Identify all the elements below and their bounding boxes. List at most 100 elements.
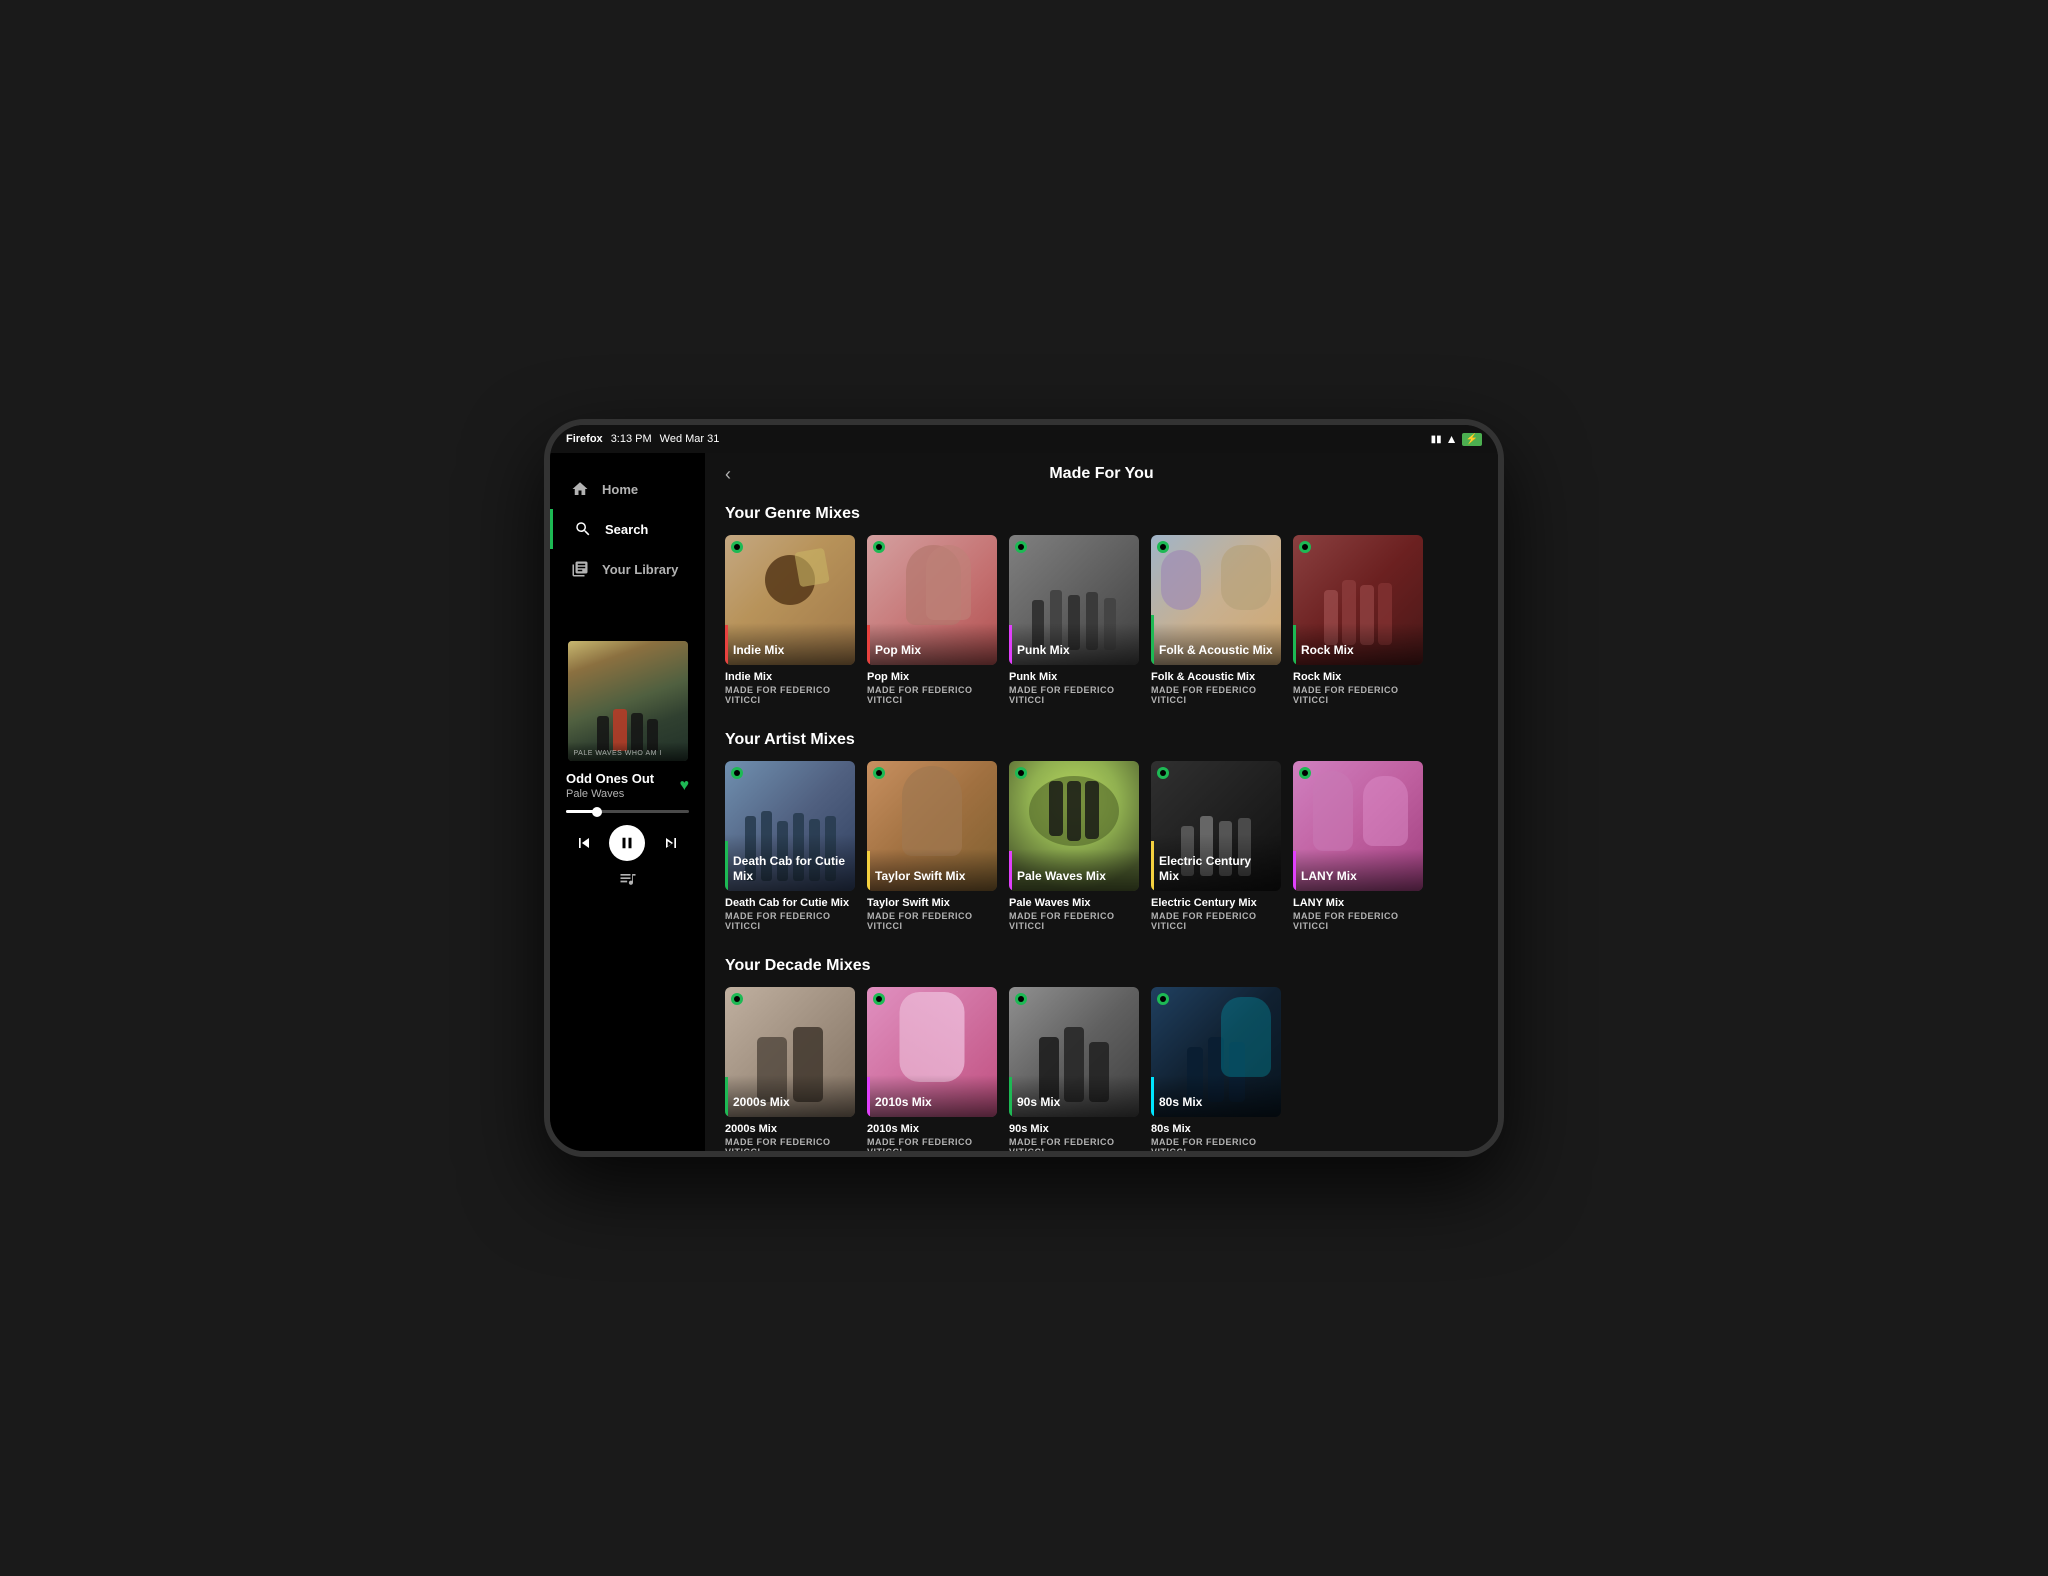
card-punk-mix[interactable]: Punk Mix Punk Mix MADE FOR FEDERICO VITI… [1009,535,1139,705]
card-title-swift: Taylor Swift Mix [867,897,997,909]
playback-controls [566,825,689,861]
main-content[interactable]: ‹ Made For You Your Genre Mixes [705,453,1498,1151]
home-icon [570,479,590,499]
card-image-palewaves: Pale Waves Mix [1009,761,1139,891]
card-title-lany: LANY Mix [1293,897,1423,909]
browser-label: Firefox [566,433,603,445]
search-icon [573,519,593,539]
card-pop-mix[interactable]: Pop Mix Pop Mix MADE FOR FEDERICO VITICC… [867,535,997,705]
card-lany-mix[interactable]: LANY Mix LANY Mix MADE FOR FEDERICO VITI… [1293,761,1423,931]
card-subtitle-folk: MADE FOR FEDERICO VITICCI [1151,685,1281,705]
status-right: ▮▮ ▲ ⚡ [1431,432,1482,446]
album-overlay: PALE WAVES WHO AM I [568,742,688,761]
spotify-dot-rock [1299,541,1311,553]
spotify-dot-80s [1157,993,1169,1005]
signal-icon: ▮▮ [1431,434,1442,445]
genre-mixes-title: Your Genre Mixes [725,505,1478,523]
library-label: Your Library [602,562,678,577]
search-label: Search [605,522,648,537]
card-rock-mix[interactable]: Rock Mix Rock Mix MADE FOR FEDERICO VITI… [1293,535,1423,705]
card-label-indie: Indie Mix [725,623,855,665]
card-label-text-folk: Folk & Acoustic Mix [1159,643,1273,657]
card-image-2010s: 2010s Mix [867,987,997,1117]
progress-bar[interactable] [566,810,689,813]
card-image-rock: Rock Mix [1293,535,1423,665]
device-frame: Firefox 3:13 PM Wed Mar 31 ▮▮ ▲ ⚡ Home [544,419,1504,1157]
battery-icon: ⚡ [1462,433,1482,446]
card-80s-mix[interactable]: 80s Mix 80s Mix MADE FOR FEDERICO VITICC… [1151,987,1281,1151]
card-image-punk: Punk Mix [1009,535,1139,665]
spotify-dot-lany [1299,767,1311,779]
sidebar-item-library[interactable]: Your Library [550,549,705,589]
album-bottom-label: PALE WAVES WHO AM I [574,750,662,757]
card-title-rock: Rock Mix [1293,671,1423,683]
decade-mixes-section: Your Decade Mixes [705,947,1498,1151]
card-subtitle-2010s: MADE FOR FEDERICO VITICCI [867,1137,997,1151]
card-label-folk: Folk & Acoustic Mix [1151,623,1281,665]
card-indie-mix[interactable]: Indie Mix Indie Mix MADE FOR FEDERICO VI… [725,535,855,705]
card-label-text-indie: Indie Mix [733,643,784,657]
sidebar-item-home[interactable]: Home [550,469,705,509]
track-name: Odd Ones Out [566,771,654,786]
card-label-electriccentury: Electric Century Mix [1151,834,1281,891]
extra-controls [618,869,638,889]
track-info: Odd Ones Out Pale Waves ♥ [566,771,689,800]
card-label-text-80s: 80s Mix [1159,1095,1202,1109]
queue-icon[interactable] [618,869,638,889]
card-folk-mix[interactable]: Folk & Acoustic Mix Folk & Acoustic Mix … [1151,535,1281,705]
card-subtitle-80s: MADE FOR FEDERICO VITICCI [1151,1137,1281,1151]
card-image-2000s: 2000s Mix [725,987,855,1117]
card-title-indie: Indie Mix [725,671,855,683]
spotify-dot-swift [873,767,885,779]
card-label-palewaves: Pale Waves Mix [1009,849,1139,891]
nav-items: Home Search Your Library [550,453,705,605]
decade-mixes-row: 2000s Mix 2000s Mix MADE FOR FEDERICO VI… [725,987,1478,1151]
card-2000s-mix[interactable]: 2000s Mix 2000s Mix MADE FOR FEDERICO VI… [725,987,855,1151]
card-image-folk: Folk & Acoustic Mix [1151,535,1281,665]
card-subtitle-pop: MADE FOR FEDERICO VITICCI [867,685,997,705]
play-pause-button[interactable] [609,825,645,861]
prev-button[interactable] [574,833,594,853]
status-bar: Firefox 3:13 PM Wed Mar 31 ▮▮ ▲ ⚡ [550,425,1498,453]
card-label-text-punk: Punk Mix [1017,643,1070,657]
card-title-palewaves: Pale Waves Mix [1009,897,1139,909]
back-button[interactable]: ‹ [725,464,731,485]
card-90s-mix[interactable]: 90s Mix 90s Mix MADE FOR FEDERICO VITICC… [1009,987,1139,1151]
card-subtitle-rock: MADE FOR FEDERICO VITICCI [1293,685,1423,705]
card-dcfc-mix[interactable]: Death Cab for Cutie Mix Death Cab for Cu… [725,761,855,931]
card-label-text-electriccentury: Electric Century Mix [1159,854,1273,883]
card-image-pop: Pop Mix [867,535,997,665]
card-2010s-mix[interactable]: 2010s Mix 2010s Mix MADE FOR FEDERICO VI… [867,987,997,1151]
card-electriccentury-mix[interactable]: Electric Century Mix Electric Century Mi… [1151,761,1281,931]
next-button[interactable] [661,833,681,853]
card-swift-mix[interactable]: Taylor Swift Mix Taylor Swift Mix MADE F… [867,761,997,931]
artist-mixes-section: Your Artist Mixes [705,721,1498,947]
card-label-text-palewaves: Pale Waves Mix [1017,869,1106,883]
library-icon [570,559,590,579]
card-label-2010s: 2010s Mix [867,1075,997,1117]
card-title-80s: 80s Mix [1151,1123,1281,1135]
track-artist: Pale Waves [566,788,654,800]
time-label: 3:13 PM [611,433,652,445]
sidebar-item-search[interactable]: Search [550,509,705,549]
card-palewaves-mix[interactable]: Pale Waves Mix Pale Waves Mix MADE FOR F… [1009,761,1139,931]
card-image-dcfc: Death Cab for Cutie Mix [725,761,855,891]
card-title-punk: Punk Mix [1009,671,1139,683]
card-image-indie: Indie Mix [725,535,855,665]
card-subtitle-punk: MADE FOR FEDERICO VITICCI [1009,685,1139,705]
progress-knob[interactable] [592,807,602,817]
card-label-rock: Rock Mix [1293,623,1423,665]
spotify-dot-punk [1015,541,1027,553]
card-image-80s: 80s Mix [1151,987,1281,1117]
heart-icon[interactable]: ♥ [680,777,690,795]
card-label-lany: LANY Mix [1293,849,1423,891]
card-subtitle-lany: MADE FOR FEDERICO VITICCI [1293,911,1423,931]
card-label-2000s: 2000s Mix [725,1075,855,1117]
card-subtitle-electriccentury: MADE FOR FEDERICO VITICCI [1151,911,1281,931]
card-image-90s: 90s Mix [1009,987,1139,1117]
card-title-2010s: 2010s Mix [867,1123,997,1135]
card-title-90s: 90s Mix [1009,1123,1139,1135]
card-subtitle-indie: MADE FOR FEDERICO VITICCI [725,685,855,705]
spotify-dot-2000s [731,993,743,1005]
card-label-text-90s: 90s Mix [1017,1095,1060,1109]
